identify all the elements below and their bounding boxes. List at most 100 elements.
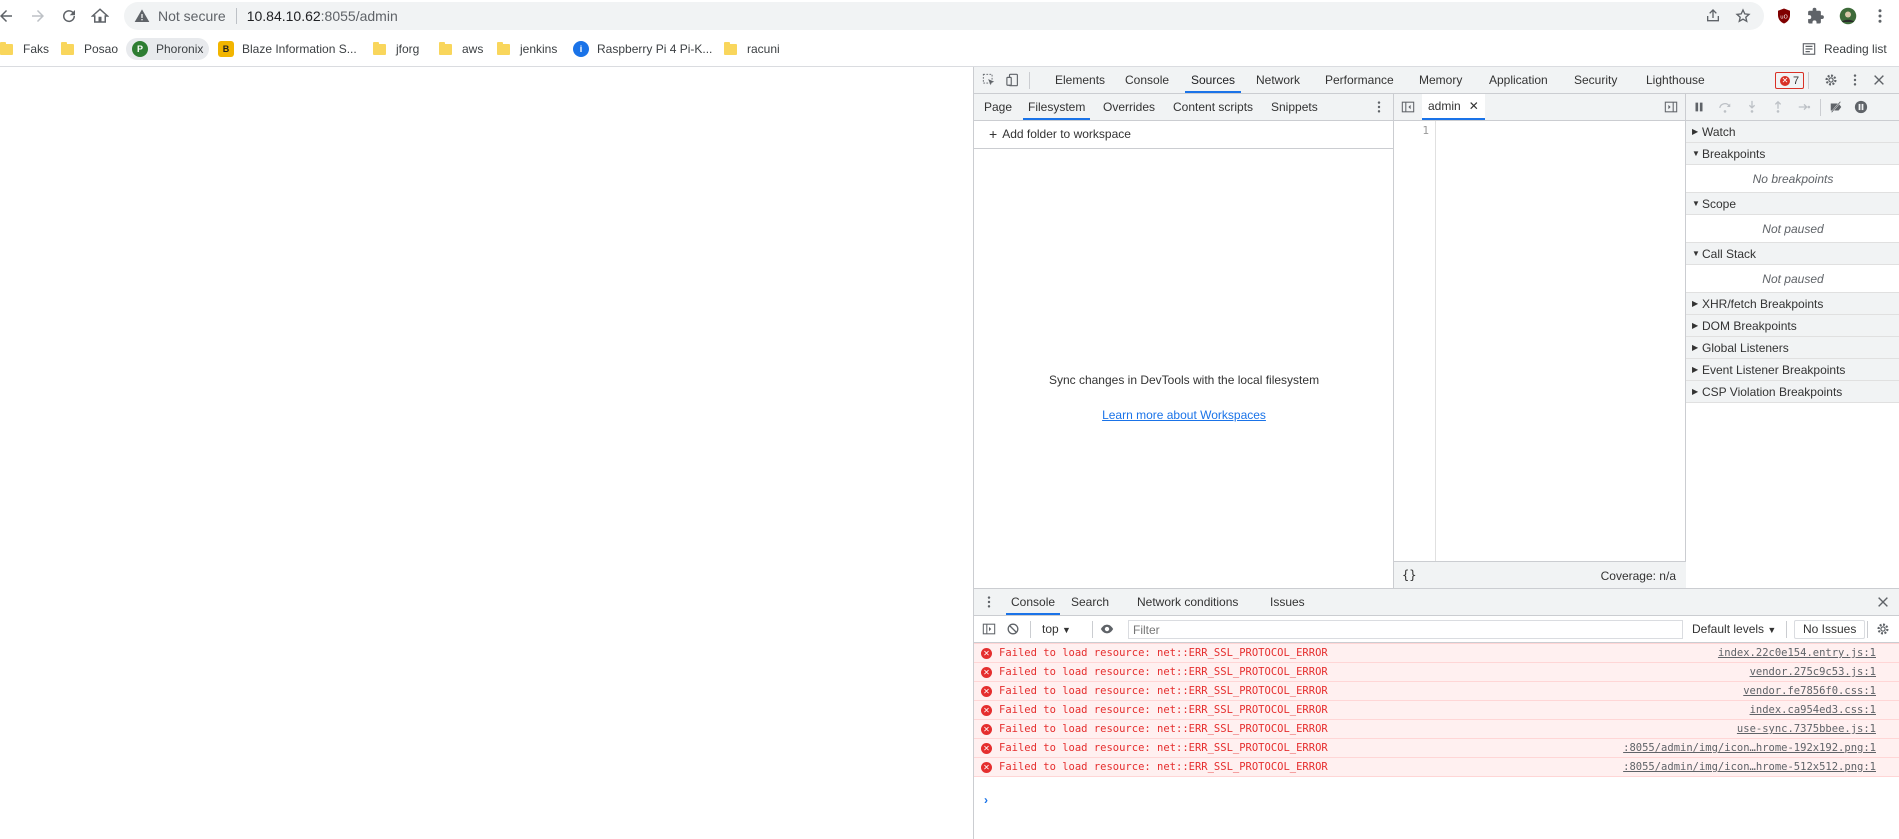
step-over-icon[interactable] <box>1716 98 1734 116</box>
inspect-element-icon[interactable] <box>980 71 998 89</box>
message-text: Failed to load resource: net::ERR_SSL_PR… <box>999 666 1328 678</box>
error-count-badge[interactable]: ✕ 7 <box>1775 72 1805 89</box>
close-devtools-icon[interactable] <box>1870 71 1888 89</box>
drawer-tab-network-conditions[interactable]: Network conditions <box>1132 589 1243 615</box>
section-csp-violation-breakpoints[interactable]: ▶ CSP Violation Breakpoints <box>1686 381 1899 403</box>
message-source-link[interactable]: :8055/admin/img/icon…hrome-512x512.png:1 <box>1623 758 1876 777</box>
pretty-print-button[interactable]: {} <box>1402 568 1416 582</box>
close-drawer-icon[interactable] <box>1874 593 1892 611</box>
share-icon[interactable] <box>1704 7 1722 25</box>
security-label[interactable]: Not secure <box>158 8 226 24</box>
pause-icon[interactable] <box>1690 98 1708 116</box>
console-error-message: ✕ Failed to load resource: net::ERR_SSL_P… <box>974 681 1899 701</box>
ublock-icon[interactable]: uO <box>1772 4 1796 28</box>
reload-icon[interactable] <box>57 4 81 28</box>
context-selector[interactable]: top ▼ <box>1042 622 1071 636</box>
settings-gear-icon[interactable] <box>1822 71 1840 89</box>
section-breakpoints[interactable]: ▼ Breakpoints <box>1686 143 1899 165</box>
clear-console-icon[interactable] <box>1004 620 1022 638</box>
line-gutter: 1 <box>1394 121 1436 561</box>
toggle-debugger-icon[interactable] <box>1662 98 1680 116</box>
section-scope[interactable]: ▼ Scope <box>1686 193 1899 215</box>
message-source-link[interactable]: vendor.fe7856f0.css:1 <box>1743 682 1876 701</box>
log-levels-dropdown[interactable]: Default levels ▼ <box>1692 622 1776 636</box>
forward-icon[interactable] <box>26 4 50 28</box>
tab-console[interactable]: Console <box>1119 67 1175 93</box>
device-toolbar-icon[interactable] <box>1004 71 1022 89</box>
extensions-icon[interactable] <box>1804 4 1828 28</box>
step-out-icon[interactable] <box>1769 98 1787 116</box>
nav-tab-snippets[interactable]: Snippets <box>1266 94 1323 120</box>
tab-security[interactable]: Security <box>1568 67 1623 93</box>
devtools-menu-icon[interactable] <box>1846 71 1864 89</box>
bookmark-phoronix[interactable]: P Phoronix <box>126 38 210 60</box>
reading-list-button[interactable]: Reading list <box>1796 38 1893 60</box>
navigator-more-icon[interactable] <box>1370 98 1388 116</box>
bookmark-aws[interactable]: aws <box>433 38 489 60</box>
toggle-navigator-icon[interactable] <box>1399 98 1417 116</box>
drawer-tab-console[interactable]: Console <box>1006 589 1061 615</box>
section-dom-breakpoints[interactable]: ▶ DOM Breakpoints <box>1686 315 1899 337</box>
bookmark-label: Phoronix <box>156 42 204 56</box>
message-source-link[interactable]: index.22c0e154.entry.js:1 <box>1718 644 1876 663</box>
home-icon[interactable] <box>88 4 112 28</box>
context-value: top <box>1042 622 1059 636</box>
profile-avatar-icon[interactable] <box>1836 4 1860 28</box>
close-tab-icon[interactable]: ✕ <box>1469 93 1479 119</box>
bookmark-jenkins[interactable]: jenkins <box>491 38 563 60</box>
deactivate-breakpoints-icon[interactable] <box>1827 98 1845 116</box>
blaze-icon: B <box>218 41 234 57</box>
section-call-stack[interactable]: ▼ Call Stack <box>1686 243 1899 265</box>
section-xhr-breakpoints[interactable]: ▶ XHR/fetch Breakpoints <box>1686 293 1899 315</box>
bookmark-blaze[interactable]: B Blaze Information S... <box>212 38 363 60</box>
warning-icon[interactable] <box>134 8 150 24</box>
tab-performance[interactable]: Performance <box>1319 67 1400 93</box>
drawer-tab-issues[interactable]: Issues <box>1265 589 1310 615</box>
add-folder-button[interactable]: + Add folder to workspace <box>989 126 1131 142</box>
message-source-link[interactable]: use-sync.7375bbee.js:1 <box>1737 720 1876 739</box>
tab-memory[interactable]: Memory <box>1413 67 1468 93</box>
live-expression-eye-icon[interactable] <box>1098 620 1116 638</box>
step-into-icon[interactable] <box>1743 98 1761 116</box>
nav-tab-page[interactable]: Page <box>979 94 1017 120</box>
drawer-tab-search[interactable]: Search <box>1066 589 1114 615</box>
code-area[interactable] <box>1437 121 1686 561</box>
learn-more-workspaces-link[interactable]: Learn more about Workspaces <box>974 408 1394 422</box>
message-source-link[interactable]: vendor.275c9c53.js:1 <box>1750 663 1876 682</box>
bookmark-raspberry[interactable]: i Raspberry Pi 4 Pi-K... <box>567 38 718 60</box>
section-event-listener-breakpoints[interactable]: ▶ Event Listener Breakpoints <box>1686 359 1899 381</box>
tab-network[interactable]: Network <box>1250 67 1306 93</box>
console-settings-icon[interactable] <box>1874 620 1892 638</box>
bookmark-posao[interactable]: Posao <box>55 38 124 60</box>
section-watch[interactable]: ▶ Watch <box>1686 121 1899 143</box>
nav-tab-filesystem[interactable]: Filesystem <box>1023 94 1091 120</box>
pause-on-exceptions-icon[interactable] <box>1852 98 1870 116</box>
console-input[interactable] <box>998 789 1888 811</box>
tab-elements[interactable]: Elements <box>1049 67 1111 93</box>
collapsed-arrow-icon: ▶ <box>1692 126 1699 136</box>
bookmark-racuni[interactable]: racuni <box>718 38 786 60</box>
address-bar[interactable]: Not secure 10.84.10.62:8055/admin <box>124 2 1764 30</box>
message-source-link[interactable]: index.ca954ed3.css:1 <box>1750 701 1876 720</box>
url-text[interactable]: 10.84.10.62:8055/admin <box>247 8 398 24</box>
nav-tab-content-scripts[interactable]: Content scripts <box>1168 94 1258 120</box>
bookmark-faks[interactable]: Faks <box>0 38 55 60</box>
nav-tab-overrides[interactable]: Overrides <box>1098 94 1160 120</box>
editor-file-tab[interactable]: admin ✕ <box>1422 94 1485 120</box>
message-source-link[interactable]: :8055/admin/img/icon…hrome-192x192.png:1 <box>1623 739 1876 758</box>
console-filter-input[interactable] <box>1128 620 1683 639</box>
bookmark-jforg[interactable]: jforg <box>367 38 425 60</box>
tab-sources[interactable]: Sources <box>1185 67 1242 93</box>
browser-menu-icon[interactable] <box>1868 4 1892 28</box>
bookmark-star-icon[interactable] <box>1734 7 1752 25</box>
issues-counter-button[interactable]: No Issues <box>1794 620 1866 639</box>
tab-application[interactable]: Application <box>1483 67 1554 93</box>
show-sidebar-icon[interactable] <box>980 620 998 638</box>
back-icon[interactable] <box>0 4 18 28</box>
folder-icon <box>373 41 386 55</box>
breakpoints-empty: No breakpoints <box>1686 165 1899 193</box>
step-icon[interactable] <box>1795 98 1813 116</box>
tab-lighthouse[interactable]: Lighthouse <box>1640 67 1711 93</box>
section-global-listeners[interactable]: ▶ Global Listeners <box>1686 337 1899 359</box>
drawer-menu-icon[interactable] <box>980 593 998 611</box>
